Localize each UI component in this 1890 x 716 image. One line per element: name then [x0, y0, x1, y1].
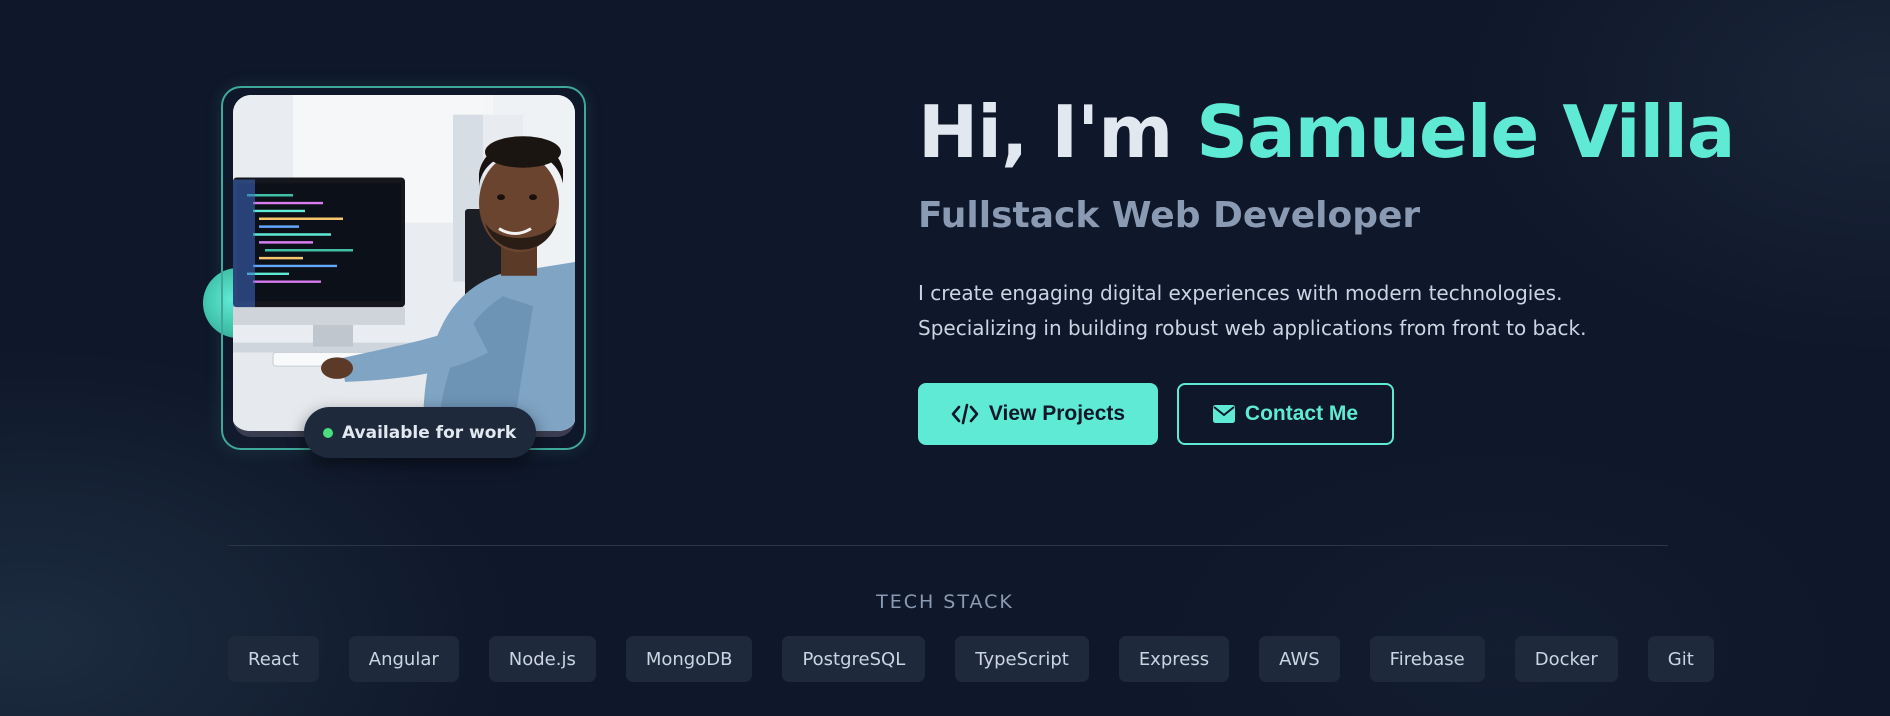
- hero-name: Samuele Villa: [1196, 90, 1735, 174]
- tech-chip: MongoDB: [625, 636, 753, 682]
- profile-photo-illustration: [233, 95, 575, 431]
- availability-badge: Available for work: [304, 407, 537, 458]
- view-projects-label: View Projects: [988, 402, 1126, 425]
- tech-chip: PostgreSQL: [782, 636, 926, 682]
- tech-chip: AWS: [1259, 636, 1340, 682]
- tech-chip: React: [228, 636, 319, 682]
- contact-me-label: Contact Me: [1244, 402, 1359, 425]
- tech-stack-list: React Angular Node.js MongoDB PostgreSQL Type…: [228, 636, 1714, 682]
- profile-photo: [233, 95, 575, 437]
- hero-title: Hi, I'm Samuele Villa: [918, 96, 1736, 168]
- tech-chip: Firebase: [1369, 636, 1485, 682]
- code-icon: [951, 403, 979, 425]
- tech-chip: Git: [1647, 636, 1714, 682]
- tech-chip: Express: [1118, 636, 1230, 682]
- tech-chip: Angular: [348, 636, 459, 682]
- tech-chip: Docker: [1514, 636, 1618, 682]
- tech-chip: Node.js: [488, 636, 596, 682]
- section-divider: [228, 545, 1668, 546]
- hero-title-prefix: Hi, I'm: [918, 90, 1197, 174]
- envelope-icon: [1212, 405, 1235, 423]
- contact-me-button[interactable]: Contact Me: [1177, 383, 1394, 445]
- portfolio-hero-page: Available for work Hi, I'm Samuele Villa…: [0, 0, 1890, 716]
- hero-subtitle: Fullstack Web Developer: [918, 195, 1421, 236]
- view-projects-button[interactable]: View Projects: [918, 383, 1158, 445]
- availability-label: Available for work: [342, 422, 517, 443]
- tech-chip: TypeScript: [955, 636, 1089, 682]
- status-dot-icon: [323, 427, 333, 438]
- tech-stack-heading: TECH STACK: [876, 591, 1014, 613]
- hero-description: I create engaging digital experiences wi…: [918, 281, 1587, 340]
